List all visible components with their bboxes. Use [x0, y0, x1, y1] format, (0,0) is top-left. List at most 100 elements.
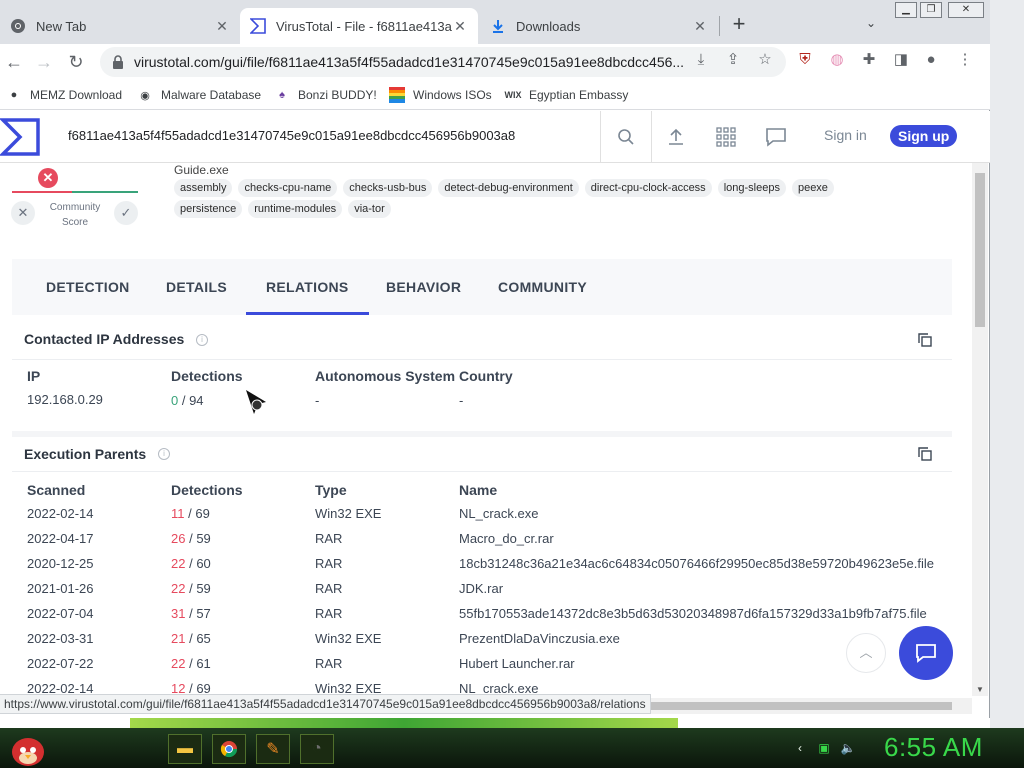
tab-downloads[interactable]: Downloads ✕ [480, 8, 718, 44]
vt-search-input[interactable]: f6811ae413a5f4f55adadcd1e31470745e9c015a… [68, 128, 515, 143]
tag-chip[interactable]: detect-debug-environment [438, 179, 579, 197]
minimize-button[interactable]: ▁ [895, 2, 917, 18]
info-icon[interactable]: i [158, 448, 170, 460]
extensions-puzzle-icon[interactable]: ✚ [860, 51, 878, 69]
extension-icon[interactable]: ◍ [828, 51, 846, 69]
maximize-button[interactable]: ❐ [920, 2, 942, 18]
close-tab-icon[interactable]: ✕ [692, 18, 708, 34]
network-icon[interactable]: ▣ [816, 740, 832, 756]
file-type: RAR [315, 581, 343, 596]
search-button[interactable] [600, 111, 652, 162]
score-bar [12, 191, 138, 193]
apps-grid-icon[interactable] [714, 125, 738, 149]
ip-address-link[interactable]: 192.168.0.29 [27, 392, 103, 407]
file-name-link[interactable]: Hubert Launcher.rar [459, 656, 575, 671]
bookmark-bonzi[interactable]: ♠ Bonzi BUDDY! [274, 86, 377, 104]
scanned-date: 2022-03-31 [27, 631, 94, 646]
close-tab-icon[interactable]: ✕ [214, 18, 230, 34]
chat-icon[interactable] [764, 125, 788, 149]
profile-avatar-icon[interactable]: ● [922, 51, 940, 69]
execution-parents-section: Execution Parents i Scanned Detections T… [12, 437, 952, 696]
tab-details[interactable]: DETAILS [146, 259, 247, 315]
column-header: Country [459, 368, 513, 384]
copy-icon[interactable] [918, 447, 932, 461]
file-name-link[interactable]: 18cb31248c36a21e34ac6c64834c05076466f299… [459, 556, 934, 571]
section-title: Execution Parents [24, 446, 147, 462]
sign-up-button[interactable]: Sign up [890, 125, 958, 147]
column-header: Autonomous System [315, 368, 456, 384]
volume-icon[interactable]: 🔈 [840, 740, 856, 756]
start-button[interactable] [6, 728, 50, 768]
chat-support-button[interactable] [899, 626, 953, 680]
taskbar [0, 728, 1024, 768]
tag-chip[interactable]: assembly [174, 179, 233, 197]
file-type: Win32 EXE [315, 506, 382, 521]
tag-chip[interactable]: runtime-modules [248, 200, 343, 218]
tag-chip[interactable]: checks-usb-bus [343, 179, 433, 197]
upload-icon[interactable] [664, 125, 688, 149]
side-panel-icon[interactable]: ◨ [892, 51, 910, 69]
copy-icon[interactable] [918, 333, 932, 347]
file-name-link[interactable]: Macro_do_cr.rar [459, 531, 554, 546]
tab-search-button[interactable]: ⌄ [862, 16, 880, 34]
menu-kebab-icon[interactable]: ⋮ [956, 51, 974, 69]
bookmark-windows-isos[interactable]: Windows ISOs [389, 86, 492, 104]
address-bar[interactable]: virustotal.com/gui/file/f6811ae413a5f4f5… [100, 47, 786, 77]
vote-malicious-button[interactable]: ✕ [11, 201, 35, 225]
divider [12, 471, 952, 472]
tab-virustotal[interactable]: VirusTotal - File - f6811ae413a5f4 ✕ [240, 8, 478, 44]
bookmark-egyptian-embassy[interactable]: WIX Egyptian Embassy [505, 86, 629, 104]
share-icon[interactable]: ⇪ [724, 51, 742, 69]
sign-in-link[interactable]: Sign in [824, 127, 867, 143]
file-name-link[interactable]: 55fb170553ade14372dc8e3b5d63d53020348987… [459, 606, 927, 621]
tab-relations[interactable]: RELATIONS [246, 259, 369, 315]
tag-chip[interactable]: long-sleeps [717, 179, 786, 197]
tab-label: VirusTotal - File - f6811ae413a5f4 [276, 18, 452, 34]
url-text: virustotal.com/gui/file/f6811ae413a5f4f5… [134, 54, 684, 70]
angry-bird-icon [12, 738, 44, 766]
install-icon[interactable]: ⤓ [692, 51, 710, 69]
vote-harmless-button[interactable]: ✓ [114, 201, 138, 225]
file-name-link[interactable]: JDK.rar [459, 581, 503, 596]
forward-button[interactable]: → [32, 50, 56, 74]
scrollbar-thumb[interactable] [975, 173, 985, 327]
tab-new-tab[interactable]: New Tab ✕ [0, 8, 240, 44]
ublock-extension-icon[interactable]: ⛨ [796, 51, 814, 69]
file-name-link[interactable]: PrezentDlaDaVinczusia.exe [459, 631, 620, 646]
bookmark-star-icon[interactable]: ☆ [756, 51, 774, 69]
scroll-down-arrow[interactable]: ▼ [976, 685, 984, 694]
file-tags: assembly checks-cpu-name checks-usb-bus det… [174, 178, 904, 220]
bookmark-memz[interactable]: ● MEMZ Download [6, 86, 122, 104]
taskbar-chrome[interactable] [212, 734, 246, 764]
taskbar-explorer[interactable]: ▬ [168, 734, 202, 764]
scanned-date: 2022-04-17 [27, 531, 94, 546]
detections-value: 11 / 69 [171, 506, 210, 521]
taskbar-paint[interactable]: ✎ [256, 734, 290, 764]
detections-value: 22 / 59 [171, 581, 211, 596]
close-tab-icon[interactable]: ✕ [452, 18, 468, 34]
bookmark-malware-database[interactable]: ◉ Malware Database [137, 86, 261, 104]
back-button[interactable]: ← [2, 50, 26, 74]
scroll-to-top-button[interactable]: ︿ [846, 633, 886, 673]
tag-chip[interactable]: peexe [791, 179, 834, 197]
close-window-button[interactable]: ✕ [948, 2, 984, 18]
reload-button[interactable]: ↻ [64, 50, 88, 74]
vertical-scrollbar[interactable]: ▼ [972, 163, 988, 696]
tag-chip[interactable]: direct-cpu-clock-access [584, 179, 712, 197]
tag-chip[interactable]: checks-cpu-name [238, 179, 338, 197]
taskbar-app[interactable]: ◔ [300, 734, 334, 764]
new-tab-button[interactable]: + [728, 13, 750, 36]
column-header: Scanned [27, 482, 86, 498]
tag-chip[interactable]: persistence [174, 200, 243, 218]
tab-community[interactable]: COMMUNITY [478, 259, 607, 315]
tray-arrow-icon[interactable]: ‹ [792, 740, 808, 756]
file-name-link[interactable]: NL_crack.exe [459, 506, 538, 521]
tab-detection[interactable]: DETECTION [26, 259, 150, 315]
info-icon[interactable]: i [196, 334, 208, 346]
tag-chip[interactable]: via-tor [348, 200, 391, 218]
bookmark-label: Egyptian Embassy [529, 88, 629, 102]
tab-behavior[interactable]: BEHAVIOR [366, 259, 481, 315]
taskbar-clock[interactable]: 6:55 AM [884, 732, 983, 763]
file-type: RAR [315, 606, 343, 621]
virustotal-logo-icon[interactable] [0, 117, 42, 157]
